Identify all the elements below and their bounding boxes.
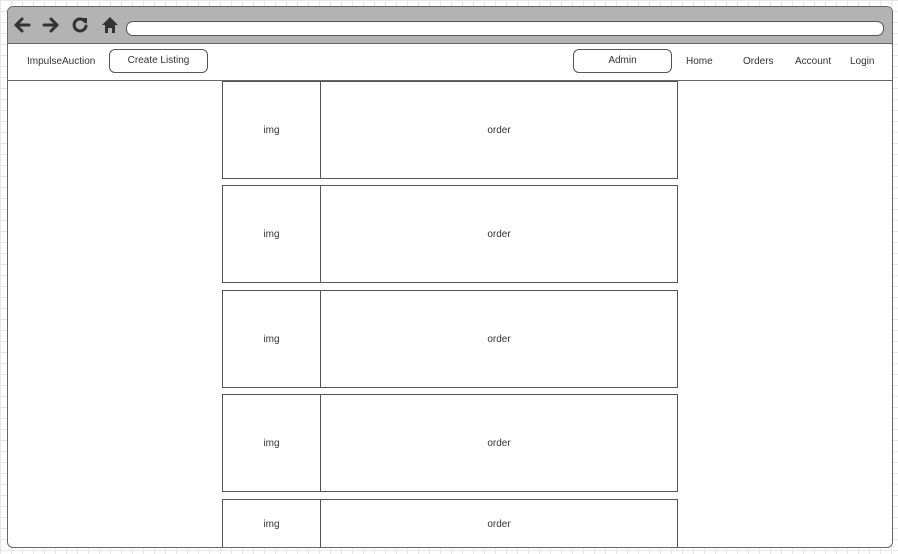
order-label: order <box>487 518 511 530</box>
order-image-label: img <box>263 333 280 345</box>
order-label: order <box>487 124 511 136</box>
create-listing-button[interactable]: Create Listing <box>109 49 208 73</box>
order-details: order <box>321 186 677 282</box>
order-label: order <box>487 333 511 345</box>
order-card[interactable]: img order <box>222 499 678 547</box>
address-bar[interactable] <box>126 21 884 36</box>
order-details: order <box>321 395 677 491</box>
order-image: img <box>223 82 321 178</box>
order-image-label: img <box>263 437 280 449</box>
order-card[interactable]: img order <box>222 81 678 179</box>
order-image-label: img <box>263 124 280 136</box>
order-label: order <box>487 228 511 240</box>
order-label: order <box>487 437 511 449</box>
arrow-right-icon[interactable] <box>41 15 61 35</box>
brand-logo[interactable]: ImpulseAuction <box>27 44 95 80</box>
order-card[interactable]: img order <box>222 394 678 492</box>
arrow-left-icon[interactable] <box>12 15 32 35</box>
order-details: order <box>321 500 677 547</box>
order-image: img <box>223 395 321 491</box>
admin-button[interactable]: Admin <box>573 49 672 73</box>
order-details: order <box>321 291 677 387</box>
nav-home-link[interactable]: Home <box>686 44 713 80</box>
order-card[interactable]: img order <box>222 185 678 283</box>
order-details: order <box>321 82 677 178</box>
order-image-label: img <box>263 518 280 530</box>
order-image-label: img <box>263 228 280 240</box>
reload-icon[interactable] <box>70 15 90 35</box>
nav-login-link[interactable]: Login <box>850 44 874 80</box>
app-navbar: ImpulseAuction Create Listing Admin Home… <box>8 44 892 81</box>
browser-toolbar <box>8 7 892 44</box>
order-image: img <box>223 291 321 387</box>
nav-orders-link[interactable]: Orders <box>743 44 774 80</box>
order-card[interactable]: img order <box>222 290 678 388</box>
orders-list: img order img order img order img order … <box>8 81 892 547</box>
nav-account-link[interactable]: Account <box>795 44 831 80</box>
order-image: img <box>223 500 321 547</box>
order-image: img <box>223 186 321 282</box>
home-icon[interactable] <box>100 15 120 35</box>
browser-window: ImpulseAuction Create Listing Admin Home… <box>7 6 893 548</box>
